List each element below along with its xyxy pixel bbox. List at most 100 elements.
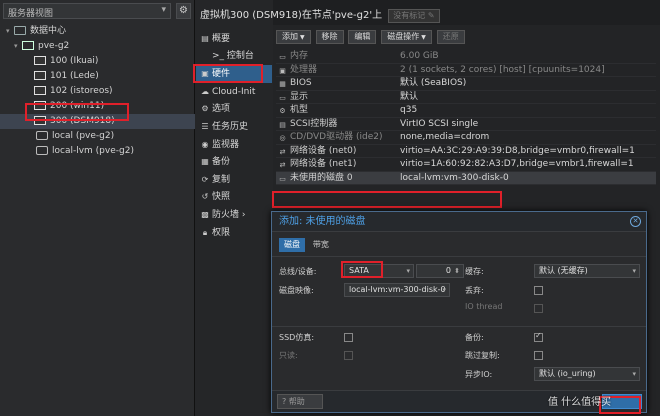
cloud-icon: ☁ xyxy=(201,86,209,96)
table-row[interactable]: ▣ 处理器 2 (1 sockets, 2 cores) [host] [cpuun… xyxy=(276,64,656,77)
remove-button[interactable]: 移除 xyxy=(315,30,344,44)
skip-replication-checkbox[interactable] xyxy=(534,351,543,360)
table-row[interactable]: ▦ BIOS 默认 (SeaBIOS) xyxy=(276,77,656,91)
nav-cloud-init[interactable]: ☁ Cloud-Init xyxy=(196,83,272,101)
cache-select[interactable]: 默认 (无缓存) ▾ xyxy=(534,264,640,278)
vm-monitor-icon xyxy=(34,56,46,65)
revert-button[interactable]: 还原 xyxy=(436,30,465,44)
discard-checkbox[interactable] xyxy=(534,286,543,295)
tree-item-vm-300[interactable]: 300 (DSM918) xyxy=(0,114,195,129)
collapse-icon[interactable]: ▾ xyxy=(6,24,14,39)
cache-label: 缓存: xyxy=(465,267,484,276)
table-row[interactable]: ▭ 显示 默认 xyxy=(276,91,656,104)
disk-image-select[interactable]: local-lvm:vm-300-disk-0 ▾ xyxy=(344,283,450,297)
tree-item-vm-100[interactable]: 100 (Ikuai) xyxy=(0,54,195,69)
chevron-down-icon: ▾ xyxy=(632,267,636,275)
divider xyxy=(272,326,646,327)
nav-options[interactable]: ⚙ 选项 xyxy=(196,100,272,118)
readonly-checkbox[interactable] xyxy=(344,351,353,360)
vm-monitor-icon xyxy=(34,101,46,110)
nav-hardware[interactable]: ▣ 硬件 xyxy=(196,65,272,83)
table-row[interactable]: ◎ CD/DVD驱动器 (ide2) none,media=cdrom xyxy=(276,131,656,145)
tree-item-vm-101[interactable]: 101 (Lede) xyxy=(0,69,195,84)
tree-item-node[interactable]: ▾ pve-g2 xyxy=(0,39,195,54)
ssd-emulation-checkbox[interactable] xyxy=(344,333,353,342)
watermark: 值 什么值得买 xyxy=(548,397,612,408)
table-row[interactable]: ⇄ 网络设备 (net0) virtio=AA:3C:29:A9:39:D8,bri… xyxy=(276,145,656,158)
task-history-icon: ☰ xyxy=(201,121,209,131)
chevron-down-icon: ▾ xyxy=(406,267,410,275)
help-button[interactable]: ? 帮助 xyxy=(277,394,323,409)
hardware-icon: ▣ xyxy=(201,69,209,79)
table-row[interactable]: ▭ 未使用的磁盘 0 local-lvm:vm-300-disk-0 xyxy=(276,171,656,185)
tree-item-vm-102[interactable]: 102 (istoreos) xyxy=(0,84,195,99)
cpu-icon: ▣ xyxy=(279,66,286,75)
backup-checkbox[interactable] xyxy=(534,331,543,342)
tree-item-storage-local-lvm[interactable]: local-lvm (pve-g2) xyxy=(0,144,195,159)
nav-monitor[interactable]: ◉ 监视器 xyxy=(196,136,272,154)
vm-monitor-icon xyxy=(34,71,46,80)
bus-device-label: 总线/设备: xyxy=(279,267,317,276)
readonly-label: 只读: xyxy=(279,351,298,360)
ssd-emulation-label: SSD仿真: xyxy=(279,333,315,342)
nav-task-history[interactable]: ☰ 任务历史 xyxy=(196,118,272,136)
tree-item-datacenter[interactable]: ▾ 数据中心 xyxy=(0,24,195,39)
hard-disk-icon: ▭ xyxy=(279,174,286,183)
chevron-down-icon: ▼ xyxy=(300,34,305,41)
snapshot-icon: ↺ xyxy=(201,192,209,202)
add-unused-disk-dialog: 添加: 未使用的磁盘 ✕ 磁盘 带宽 总线/设备: SATA ▾ 0 ⬍ 缓存: 默… xyxy=(271,211,647,413)
monitor-icon: ◉ xyxy=(201,139,209,149)
tag-button[interactable]: 没有标记 ✎ xyxy=(388,9,440,23)
gear-icon[interactable]: ⚙ xyxy=(176,3,191,19)
storage-icon xyxy=(36,146,48,155)
backup-label: 备份: xyxy=(465,333,484,342)
edit-button[interactable]: 编辑 xyxy=(348,30,377,44)
io-thread-checkbox[interactable] xyxy=(534,304,543,313)
tree-item-vm-200[interactable]: 200 (win11) xyxy=(0,99,195,114)
disk-action-button[interactable]: 磁盘操作 ▼ xyxy=(381,30,432,44)
nav-console[interactable]: >_ 控制台 xyxy=(196,48,272,66)
cdrom-icon: ◎ xyxy=(279,134,286,142)
vm-nav: ▤ 概要 >_ 控制台 ▣ 硬件 ☁ Cloud-Init ⚙ 选项 ☰ 任务历史 ◉ 监视… xyxy=(196,30,272,241)
tab-bandwidth[interactable]: 带宽 xyxy=(308,238,334,252)
permissions-icon: 🔒︎ xyxy=(202,227,208,237)
add-button[interactable]: 添加 ▼ xyxy=(276,30,311,44)
server-icon xyxy=(22,41,34,50)
nav-summary[interactable]: ▤ 概要 xyxy=(196,30,272,48)
table-row[interactable]: ▭ 内存 6.00 GiB xyxy=(276,50,656,64)
options-icon: ⚙ xyxy=(201,104,209,114)
close-icon[interactable]: ✕ xyxy=(630,216,641,227)
device-number-stepper[interactable]: 0 ⬍ xyxy=(416,264,464,278)
io-thread-label: IO thread xyxy=(465,302,503,311)
summary-icon: ▤ xyxy=(201,34,209,43)
collapse-icon[interactable]: ▾ xyxy=(14,39,22,54)
async-io-label: 异步IO: xyxy=(465,370,493,379)
vm-monitor-icon xyxy=(34,116,46,125)
nav-permissions[interactable]: 🔒︎ 权限 xyxy=(196,224,272,242)
page-title: 虚拟机300 (DSM918)在节点'pve-g2'上 没有标记 ✎ xyxy=(200,6,440,23)
network-icon: ⇄ xyxy=(279,147,286,156)
skip-replication-label: 跳过复制: xyxy=(465,351,500,360)
nav-snapshot[interactable]: ↺ 快照 xyxy=(196,188,272,206)
table-row[interactable]: ⇄ 网络设备 (net1) virtio=1A:60:92:82:A3:D7,bri… xyxy=(276,158,656,172)
chip-icon: ▦ xyxy=(279,80,286,88)
table-row[interactable]: ▤ SCSI控制器 VirtIO SCSI single xyxy=(276,118,656,131)
view-selector[interactable]: 服务器视图 ▾ xyxy=(3,3,171,19)
nav-replication[interactable]: ⟳ 复制 xyxy=(196,171,272,189)
nav-firewall[interactable]: ▩ 防火墙 › xyxy=(196,206,272,224)
network-icon: ⇄ xyxy=(279,161,286,169)
async-io-select[interactable]: 默认 (io_uring) ▾ xyxy=(534,367,640,381)
chevron-down-icon: ▾ xyxy=(442,286,446,294)
disk-image-label: 磁盘映像: xyxy=(279,286,314,295)
firewall-icon: ▩ xyxy=(201,209,209,219)
tree-item-storage-local[interactable]: local (pve-g2) xyxy=(0,129,195,144)
nav-backup[interactable]: ▦ 备份 xyxy=(196,153,272,171)
hardware-list: ▭ 内存 6.00 GiB ▣ 处理器 2 (1 sockets, 2 cores) [… xyxy=(276,50,656,185)
bus-select[interactable]: SATA ▾ xyxy=(344,264,414,278)
display-icon: ▭ xyxy=(279,93,286,102)
table-row[interactable]: ⚙ 机型 q35 xyxy=(276,104,656,118)
tab-disk[interactable]: 磁盘 xyxy=(279,238,305,252)
help-icon: ? xyxy=(282,397,287,406)
chevron-right-icon: › xyxy=(241,209,246,220)
view-selector-label: 服务器视图 xyxy=(8,9,54,19)
